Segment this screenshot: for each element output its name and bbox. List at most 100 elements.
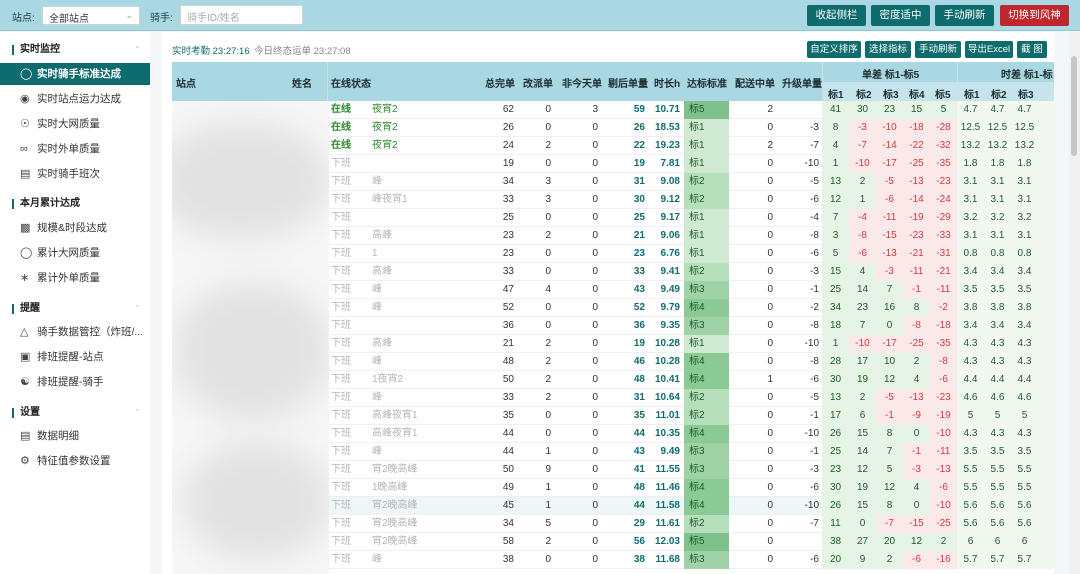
not-today-cell: 0 — [592, 518, 598, 529]
shift-cell: 高峰夜宵1 — [372, 410, 418, 421]
shift-cell: 宵2晚高峰 — [372, 518, 418, 529]
status-cell: 下班 — [331, 410, 351, 421]
not-today-cell: 0 — [592, 500, 598, 511]
after-cell: 44 — [633, 500, 645, 511]
col-standard[interactable]: 达标标准 — [687, 75, 727, 90]
order-diff-cell: 5 — [832, 248, 839, 259]
status-cell: 下班 — [331, 446, 351, 457]
col-d3[interactable]: 标3 — [883, 86, 899, 101]
sidebar-item-realtime-rider-standard[interactable]: ◯ 实时骑手标准达成 — [0, 63, 150, 85]
order-diff-cell: 12 — [883, 374, 896, 385]
sidebar-item-schedule-station[interactable]: ▣ 排班提醒-站点 — [0, 346, 150, 368]
order-diff-cell: -31 — [936, 248, 951, 259]
globe-icon: ☉ — [20, 118, 30, 130]
col-total[interactable]: 总完单 — [485, 75, 515, 90]
after-cell: 38 — [633, 554, 645, 565]
table-header: 站点 姓名 在线状态 总完单 改派单 非今天单 剔后单量 时长h 达标标准 配送… — [172, 62, 1054, 101]
standard-cell: 标1 — [689, 122, 705, 133]
sidebar-item-label: 骑手数据管控（炸班/... — [37, 326, 144, 338]
order-diff-cell: -18 — [936, 320, 951, 331]
order-diff-cell: 16 — [883, 302, 896, 313]
col-t1[interactable]: 标1 — [964, 86, 980, 101]
sidebar-item-scale-period[interactable]: ▩ 规模&时段达成 — [0, 217, 150, 239]
sidebar-item-schedule-rider[interactable]: ☯ 排班提醒-骑手 — [0, 371, 150, 393]
order-diff-cell: -9 — [912, 410, 921, 421]
sidebar-item-data-detail[interactable]: ▤ 数据明细 — [0, 425, 150, 447]
time-diff-cell: 3.1 — [990, 176, 1005, 187]
hours-cell: 10.28 — [654, 356, 680, 367]
switch-to-fengshen-button[interactable]: 切换到风神 — [1000, 5, 1069, 26]
after-cell: 43 — [633, 284, 645, 295]
order-diff-cell: -35 — [936, 158, 951, 169]
sidebar-item-cumulative-external-quality[interactable]: ∗ 累计外单质量 — [0, 267, 150, 289]
station-select[interactable]: 全部站点 ⌄ — [42, 6, 140, 25]
status-cell: 下班 — [331, 518, 351, 529]
export-excel-button[interactable]: 导出Excel — [965, 41, 1013, 58]
sidebar-item-feature-settings[interactable]: ⚙ 特征值参数设置 — [0, 450, 150, 472]
time-diff-cell: 1.8 — [1017, 158, 1032, 169]
time-diff-cell: 4.3 — [990, 338, 1005, 349]
sidebar-item-realtime-external-quality[interactable]: ∞ 实时外单质量 — [0, 138, 150, 160]
sidebar-item-label: 特征值参数设置 — [37, 455, 111, 467]
col-after[interactable]: 剔后单量 — [608, 75, 648, 90]
col-name[interactable]: 姓名 — [292, 75, 312, 90]
order-diff-cell: -11 — [882, 212, 897, 223]
sidebar-section-realtime[interactable]: 实时监控 ⌃ — [12, 45, 141, 55]
after-cell: 19 — [633, 158, 645, 169]
col-t2[interactable]: 标2 — [991, 86, 1007, 101]
rider-search-input[interactable]: 骑手ID/姓名 — [180, 5, 303, 25]
sidebar-section-reminders[interactable]: 提醒 ⌃ — [12, 304, 141, 314]
order-diff-cell: 0 — [859, 518, 866, 529]
after-cell: 46 — [633, 356, 645, 367]
total-cell: 33 — [502, 194, 514, 205]
order-diff-cell: -1 — [885, 410, 894, 421]
screenshot-button[interactable]: 截 图 — [1017, 41, 1047, 58]
changed-cell: 0 — [545, 122, 551, 133]
sidebar-section-settings[interactable]: 设置 ⌃ — [12, 408, 141, 418]
col-status[interactable]: 在线状态 — [331, 75, 371, 90]
total-cell: 38 — [502, 554, 514, 565]
time-diff-cell: 5.5 — [990, 464, 1005, 475]
time-diff-cell: 3.2 — [990, 212, 1005, 223]
order-diff-cell: 17 — [856, 356, 869, 367]
time-diff-cell: 5.7 — [963, 554, 978, 565]
col-t3[interactable]: 标3 — [1018, 86, 1034, 101]
sidebar-item-cumulative-network-quality[interactable]: ◯ 累计大网质量 — [0, 242, 150, 264]
col-hours[interactable]: 时长h — [654, 75, 680, 90]
time-diff-cell: 5.6 — [963, 518, 978, 529]
col-delivering[interactable]: 配送中单 — [735, 75, 775, 90]
hours-cell: 9.35 — [660, 320, 680, 331]
sidebar-item-label: 实时外单质量 — [37, 143, 100, 155]
custom-sort-button[interactable]: 自定义排序 — [807, 41, 861, 58]
select-metrics-button[interactable]: 选择指标 — [865, 41, 911, 58]
time-diff-cell: 4.3 — [1017, 338, 1032, 349]
sidebar-section-monthly[interactable]: 本月累计达成 — [12, 199, 80, 209]
sidebar-item-realtime-network-quality[interactable]: ☉ 实时大网质量 — [0, 113, 150, 135]
page-scrollbar-thumb[interactable] — [1071, 56, 1077, 156]
header-divider — [327, 62, 328, 101]
order-diff-cell: -19 — [936, 410, 951, 421]
time-diff-cell: 12.5 — [960, 122, 981, 133]
sidebar-item-rider-data-control[interactable]: △ 骑手数据管控（炸班/... — [0, 321, 150, 343]
col-d2[interactable]: 标2 — [856, 86, 872, 101]
total-cell: 47 — [502, 284, 514, 295]
shift-cell: 夜宵2 — [372, 122, 398, 133]
density-button[interactable]: 密度适中 — [871, 5, 930, 26]
order-diff-cell: 23 — [883, 104, 896, 115]
sidebar-item-realtime-station-capacity[interactable]: ◉ 实时站点运力达成 — [0, 88, 150, 110]
col-upgrade[interactable]: 升级单量 — [782, 75, 822, 90]
after-cell: 26 — [633, 122, 645, 133]
col-d5[interactable]: 标5 — [935, 86, 951, 101]
total-cell: 44 — [502, 428, 514, 439]
manual-refresh-button[interactable]: 手动刷新 — [935, 5, 994, 26]
col-not-today[interactable]: 非今天单 — [562, 75, 602, 90]
standard-cell: 标1 — [689, 230, 705, 241]
collapse-sidebar-button[interactable]: 收起侧栏 — [807, 5, 866, 26]
col-d4[interactable]: 标4 — [909, 86, 925, 101]
manual-refresh-table-button[interactable]: 手动刷新 — [915, 41, 961, 58]
col-changed[interactable]: 改派单 — [523, 75, 553, 90]
col-d1[interactable]: 标1 — [828, 86, 844, 101]
col-station[interactable]: 站点 — [176, 75, 196, 90]
changed-cell: 1 — [545, 446, 551, 457]
sidebar-item-realtime-rider-shift[interactable]: ▤ 实时骑手班次 — [0, 163, 150, 185]
